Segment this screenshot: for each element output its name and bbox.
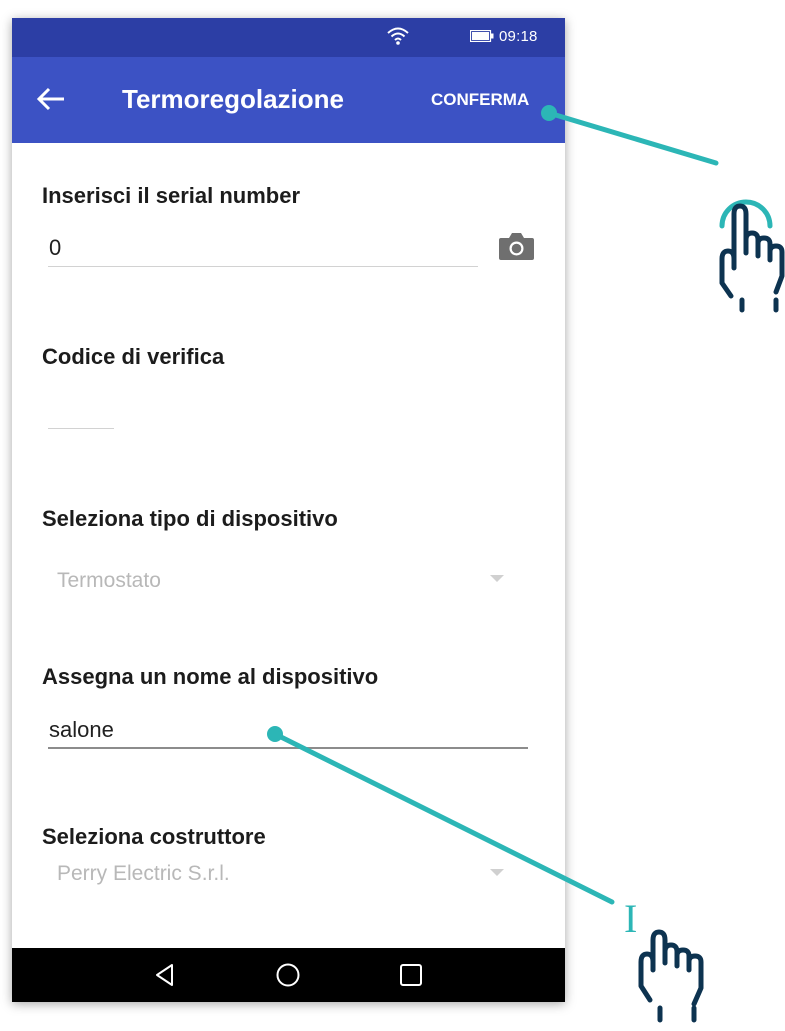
manufacturer-dropdown-icon[interactable]	[490, 869, 504, 876]
serial-number-label: Inserisci il serial number	[42, 183, 301, 208]
verification-code-underline	[48, 428, 114, 429]
serial-number-underline	[48, 266, 478, 267]
phone-screen: 09:18 Termoregolazione CONFERMA Inserisc…	[12, 18, 565, 1002]
verification-code-label: Codice di verifica	[42, 344, 225, 369]
manufacturer-select[interactable]: Perry Electric S.r.l.	[57, 862, 230, 886]
pointing-hand-icon	[638, 929, 704, 1023]
device-type-dropdown-icon[interactable]	[490, 575, 504, 582]
back-arrow-icon[interactable]	[36, 86, 66, 112]
device-name-input[interactable]: salone	[49, 717, 114, 743]
nav-home-icon[interactable]	[275, 962, 301, 988]
tap-hand-icon	[719, 199, 785, 313]
camera-icon[interactable]	[498, 231, 535, 261]
app-bar: Termoregolazione CONFERMA	[12, 57, 565, 143]
page-title: Termoregolazione	[122, 84, 345, 114]
wifi-icon	[387, 27, 409, 45]
battery-icon	[470, 30, 494, 42]
nav-back-icon[interactable]	[152, 962, 178, 988]
device-name-label: Assegna un nome al dispositivo	[42, 664, 379, 689]
device-name-underline	[48, 747, 528, 749]
nav-recents-icon[interactable]	[398, 962, 424, 988]
manufacturer-label: Seleziona costruttore	[42, 824, 266, 849]
serial-number-input[interactable]: 0	[49, 235, 61, 261]
status-bar: 09:18	[12, 18, 565, 57]
navigation-bar	[12, 948, 565, 1002]
confirm-pointer-line	[546, 110, 719, 166]
status-time: 09:18	[499, 28, 538, 45]
device-type-label: Seleziona tipo di dispositivo	[42, 506, 338, 531]
confirm-button[interactable]: CONFERMA	[431, 90, 529, 110]
device-type-select[interactable]: Termostato	[57, 569, 161, 593]
text-cursor-icon: I	[624, 896, 638, 941]
